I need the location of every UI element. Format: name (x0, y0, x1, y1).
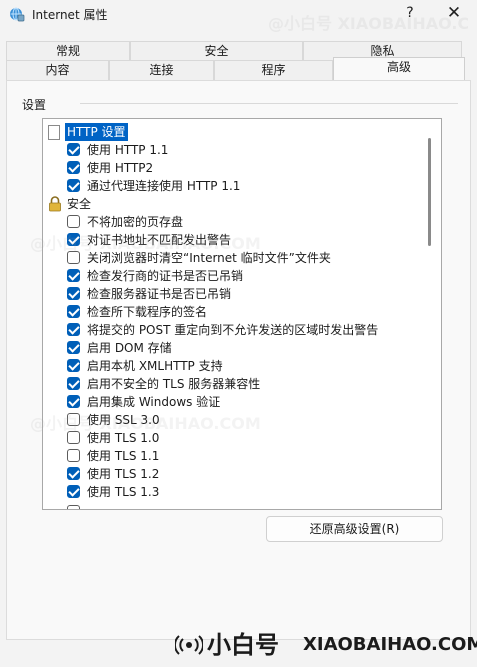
checkbox[interactable] (67, 143, 80, 156)
list-item-label: 对证书地址不匹配发出警告 (87, 233, 232, 247)
restore-advanced-settings-button[interactable]: 还原高级设置(R) (266, 516, 443, 542)
group-divider (80, 103, 458, 104)
list-item[interactable]: 检查所下载程序的签名 (43, 303, 441, 321)
list-item-label: 关闭浏览器时清空“Internet 临时文件”文件夹 (87, 251, 331, 265)
list-item[interactable]: 检查服务器证书是否已吊销 (43, 285, 441, 303)
list-item[interactable]: 启用不安全的 TLS 服务器兼容性 (43, 375, 441, 393)
list-item-label: 启用不安全的 TLS 服务器兼容性 (87, 377, 261, 391)
checkbox[interactable] (67, 179, 80, 192)
close-button[interactable]: ✕ (440, 2, 468, 24)
checkbox[interactable] (67, 395, 80, 408)
checkbox[interactable] (67, 341, 80, 354)
list-item[interactable]: 使用 TLS 1.3 (43, 483, 441, 501)
list-item-label: 检查所下载程序的签名 (87, 305, 208, 319)
list-item[interactable]: 关闭浏览器时清空“Internet 临时文件”文件夹 (43, 249, 441, 267)
broadcast-icon (175, 635, 203, 655)
list-item-label: 不将加密的页存盘 (87, 215, 184, 229)
checkbox[interactable] (67, 359, 80, 372)
settings-list[interactable]: HTTP 设置 使用 HTTP 1.1 使用 HTTP2 通过代理连接使用 HT… (42, 118, 442, 510)
list-item-label: 启用 DOM 存储 (87, 341, 172, 355)
tab-general[interactable]: 常规 (6, 41, 130, 61)
list-item-label: 使用 TLS 1.2 (87, 467, 160, 481)
tab-connections[interactable]: 连接 (109, 60, 214, 80)
watermark-brand-cn: 小白号 (207, 631, 279, 659)
list-item-label: 通过代理连接使用 HTTP 1.1 (87, 179, 241, 193)
tab-security[interactable]: 安全 (130, 41, 303, 61)
list-item-label: 使用 HTTP 1.1 (87, 143, 169, 157)
list-item-label: 启用本机 XMLHTTP 支持 (87, 359, 223, 373)
title-bar: Internet 属性 ? ✕ (0, 0, 477, 28)
watermark-brand-en: XIAOBAIHAO.COM (303, 634, 477, 655)
list-item[interactable]: 启用集成 Windows 验证 (43, 393, 441, 411)
checkbox[interactable] (67, 269, 80, 282)
list-item-label: 使用 TLS 1.1 (87, 449, 160, 463)
help-button[interactable]: ? (398, 2, 422, 24)
internet-options-icon (10, 7, 25, 22)
list-header-security[interactable]: 安全 (43, 195, 441, 213)
tab-content[interactable]: 内容 (6, 60, 109, 80)
list-item[interactable]: 使用 TLS 1.2 (43, 465, 441, 483)
checkbox[interactable] (67, 377, 80, 390)
list-item-label: 使用 TLS 1.3 (87, 485, 160, 499)
list-item[interactable]: 使用 HTTP2 (43, 159, 441, 177)
list-item[interactable]: 不将加密的页存盘 (43, 213, 441, 231)
checkbox[interactable] (67, 161, 80, 174)
tab-advanced[interactable]: 高级 (333, 57, 465, 80)
list-header-label: HTTP 设置 (65, 123, 128, 141)
list-item[interactable]: 启用 DOM 存储 (43, 339, 441, 357)
list-item-label: 启用集成 Windows 验证 (87, 395, 221, 409)
list-item-label: 检查发行商的证书是否已吊销 (87, 269, 244, 283)
list-item[interactable]: 使用 SSL 3.0 (43, 411, 441, 429)
list-item-label: 使用 HTTP2 (87, 161, 154, 175)
checkbox[interactable] (67, 323, 80, 336)
list-item-label: 使用 SSL 3.0 (87, 413, 160, 427)
list-item[interactable]: 将提交的 POST 重定向到不允许发送的区域时发出警告 (43, 321, 441, 339)
list-item[interactable]: 对证书地址不匹配发出警告 (43, 231, 441, 249)
checkbox[interactable] (67, 305, 80, 318)
list-item[interactable]: 使用 TLS 1.1 (43, 447, 441, 465)
checkbox[interactable] (67, 251, 80, 264)
list-item[interactable]: 启用本机 XMLHTTP 支持 (43, 357, 441, 375)
list-item[interactable]: 使用 TLS 1.0 (43, 429, 441, 447)
list-header-label: 安全 (67, 197, 92, 211)
list-scrollbar[interactable] (428, 138, 431, 246)
list-header-http[interactable]: HTTP 设置 (43, 123, 441, 141)
list-item-label: 将提交的 POST 重定向到不允许发送的区域时发出警告 (87, 323, 379, 337)
checkbox[interactable] (67, 215, 80, 228)
list-item[interactable]: 使用 HTTP 1.1 (43, 141, 441, 159)
checkbox[interactable] (67, 287, 80, 300)
window-title: Internet 属性 (32, 8, 108, 22)
list-item-partial[interactable] (43, 501, 441, 509)
list-item-label: 使用 TLS 1.0 (87, 431, 160, 445)
tab-row-2: 内容 连接 程序 高级 (6, 57, 465, 80)
checkbox[interactable] (67, 485, 80, 498)
checkbox[interactable] (67, 467, 80, 480)
lock-icon (49, 196, 61, 212)
list-item[interactable]: 通过代理连接使用 HTTP 1.1 (43, 177, 441, 195)
checkbox[interactable] (67, 505, 80, 509)
settings-group-label: 设置 (22, 98, 47, 112)
tab-programs[interactable]: 程序 (214, 60, 333, 80)
list-item[interactable]: 检查发行商的证书是否已吊销 (43, 267, 441, 285)
checkbox[interactable] (67, 233, 80, 246)
checkbox[interactable] (67, 431, 80, 444)
checkbox[interactable] (67, 449, 80, 462)
list-item-label: 检查服务器证书是否已吊销 (87, 287, 232, 301)
checkbox[interactable] (67, 413, 80, 426)
page-icon (48, 125, 60, 140)
